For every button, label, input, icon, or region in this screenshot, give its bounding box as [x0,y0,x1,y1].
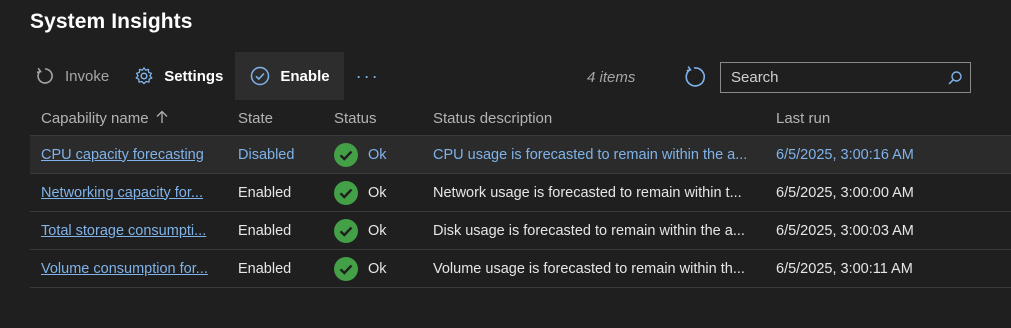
column-header-last-run[interactable]: Last run [764,110,830,127]
search-box [720,62,971,93]
description-cell: Volume usage is forecasted to remain wit… [433,260,745,277]
column-header-name[interactable]: Capability name [30,110,226,128]
settings-label: Settings [164,67,224,85]
sort-ascending-icon [155,110,169,128]
invoke-label: Invoke [65,67,110,85]
check-circle-icon [249,65,271,87]
refresh-icon[interactable] [682,65,706,89]
capabilities-table: Capability name State Status Status desc… [30,102,1011,288]
enable-button[interactable]: Enable [235,52,344,100]
status-cell: Ok [324,256,421,281]
state-cell: Disabled [238,146,295,163]
status-text: Ok [368,184,387,201]
table-row[interactable]: CPU capacity forecasting Disabled Ok CPU… [30,136,1011,174]
status-text: Ok [368,146,387,163]
search-input[interactable] [721,69,940,86]
item-count: 4 items [587,69,636,86]
search-icon[interactable] [940,70,970,86]
settings-button[interactable]: Settings [121,52,235,100]
more-options-button[interactable]: ··· [344,52,392,100]
table-row[interactable]: Total storage consumpti... Enabled Ok Di… [30,212,1011,250]
last-run-cell: 6/5/2025, 3:00:00 AM [776,184,914,201]
state-cell: Enabled [238,222,292,239]
capability-link[interactable]: Networking capacity for... [41,185,203,201]
last-run-cell: 6/5/2025, 3:00:11 AM [776,260,913,277]
enable-label: Enable [280,67,330,85]
table-row[interactable]: Networking capacity for... Enabled Ok Ne… [30,174,1011,212]
state-cell: Enabled [238,260,292,277]
invoke-button[interactable]: Invoke [22,52,121,100]
ok-check-icon [334,218,358,243]
capability-link[interactable]: Total storage consumpti... [41,223,206,239]
table-header: Capability name State Status Status desc… [30,102,1011,136]
state-cell: Enabled [238,184,292,201]
invoke-icon [34,65,56,87]
ok-check-icon [334,256,358,281]
description-cell: CPU usage is forecasted to remain within… [433,146,748,163]
capability-link[interactable]: Volume consumption for... [41,261,208,277]
column-header-state[interactable]: State [226,110,324,127]
ok-check-icon [334,142,358,167]
page-title: System Insights [30,10,193,33]
last-run-cell: 6/5/2025, 3:00:16 AM [776,146,914,163]
status-cell: Ok [324,218,421,243]
column-header-description[interactable]: Status description [421,110,764,127]
capability-link[interactable]: CPU capacity forecasting [41,147,204,163]
gear-icon [133,65,155,87]
ok-check-icon [334,180,358,205]
description-cell: Disk usage is forecasted to remain withi… [433,222,745,239]
description-cell: Network usage is forecasted to remain wi… [433,184,742,201]
status-cell: Ok [324,142,421,167]
last-run-cell: 6/5/2025, 3:00:03 AM [776,222,914,239]
table-row[interactable]: Volume consumption for... Enabled Ok Vol… [30,250,1011,288]
column-header-status[interactable]: Status [324,110,421,127]
status-text: Ok [368,260,387,277]
status-text: Ok [368,222,387,239]
status-cell: Ok [324,180,421,205]
